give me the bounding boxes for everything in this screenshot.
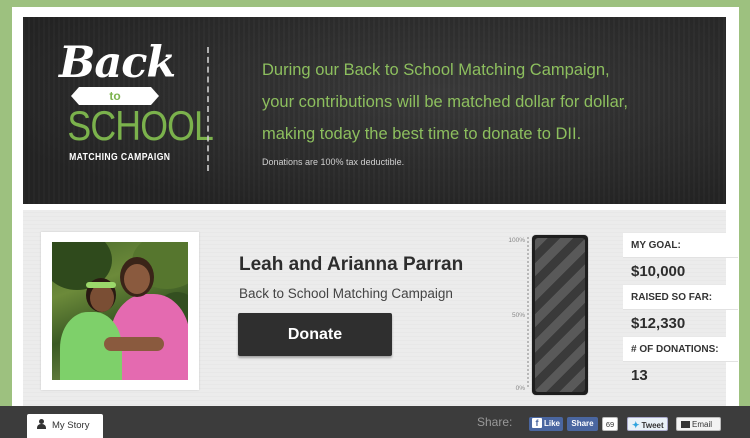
donations-label: # OF DONATIONS: [623,337,738,362]
goal-value: $10,000 [631,263,686,280]
email-label: Email [692,420,713,429]
twitter-icon: ✦ [632,420,640,430]
tab-my-story[interactable]: My Story [27,414,103,438]
stats-panel: MY GOAL: $10,000 RAISED SO FAR: $12,330 … [623,233,738,389]
raised-value: $12,330 [631,315,686,332]
progress-thermometer [532,235,588,395]
scale-line [527,237,529,387]
profile-photo-frame [41,232,199,390]
tab-my-story-label: My Story [52,420,90,431]
page-frame: Back to SCHOOL MATCHING CAMPAIGN During … [12,7,739,438]
tax-deductible-note: Donations are 100% tax deductible. [262,157,405,167]
banner-message-line: your contributions will be matched dolla… [262,93,628,111]
banner-message-line: During our Back to School Matching Campa… [262,61,610,79]
email-button[interactable]: Email [676,417,721,431]
facebook-like-label: Like [544,419,561,428]
envelope-icon [681,421,690,428]
banner-message-line: making today the best time to donate to … [262,125,582,143]
campaign-banner: Back to SCHOOL MATCHING CAMPAIGN During … [23,17,726,204]
fundraiser-name: Leah and Arianna Parran [239,254,464,275]
user-icon [37,419,46,429]
progress-fill [535,238,585,392]
goal-label: MY GOAL: [623,233,738,258]
campaign-name: Back to School Matching Campaign [239,286,453,301]
scale-tick-50: 50% [511,312,525,319]
banner-message: During our Back to School Matching Campa… [262,54,702,150]
fundraiser-panel: Leah and Arianna Parran Back to School M… [23,210,738,413]
scale-tick-100: 100% [508,237,525,244]
progress-scale: 100% 50% 0% [499,232,529,392]
scale-tick-0: 0% [515,385,525,392]
back-to-school-logo: Back to SCHOOL MATCHING CAMPAIGN [59,38,214,163]
logo-back-text: Back [59,38,176,88]
profile-photo [52,242,188,380]
share-count: 69 [602,417,618,431]
facebook-icon: f [532,418,542,428]
facebook-like-button[interactable]: f Like [529,417,563,431]
logo-school-text: SCHOOL [67,102,214,149]
banner-divider [207,47,209,171]
share-label: Share: [477,415,513,429]
raised-label: RAISED SO FAR: [623,285,738,310]
facebook-share-button[interactable]: Share [567,417,598,431]
logo-subtitle: MATCHING CAMPAIGN [69,151,171,163]
donations-value: 13 [631,367,648,384]
donate-button[interactable]: Donate [238,313,392,356]
bottom-bar: My Story Share: f Like Share 69 ✦ Tweet Em… [0,406,750,438]
tweet-button[interactable]: ✦ Tweet [627,417,668,431]
tweet-label: Tweet [641,421,664,430]
